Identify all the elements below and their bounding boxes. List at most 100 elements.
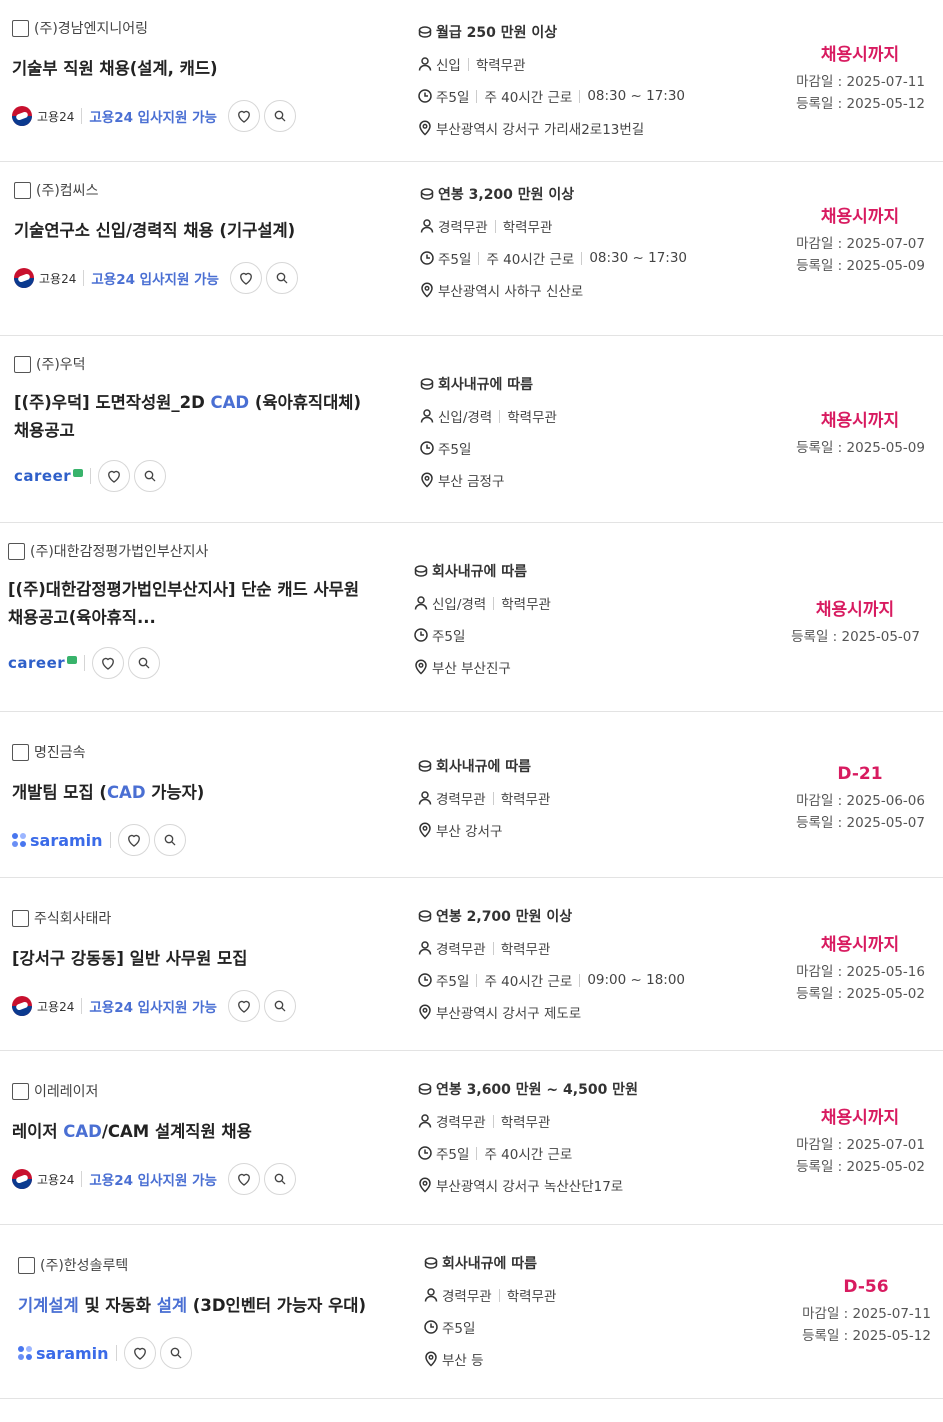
posted-date: 등록일 : 2025-05-07: [791, 629, 920, 645]
select-checkbox[interactable]: [12, 909, 29, 927]
company-name[interactable]: (주)경남엔지니어링: [34, 18, 148, 38]
work-days: 주5일: [436, 90, 470, 106]
heart-icon: [235, 1170, 253, 1188]
salary-icon: [417, 24, 433, 40]
company-name[interactable]: (주)컴씨스: [36, 180, 98, 200]
search-button[interactable]: [263, 1163, 296, 1195]
job-card[interactable]: (주)한성솔루텍 기계설계 및 자동화 설계 (3D인벤터 가능자 우대) sa…: [0, 1225, 943, 1399]
clock-icon: [419, 440, 435, 456]
education: 학력무관: [475, 58, 526, 74]
select-checkbox[interactable]: [12, 743, 29, 761]
favorite-button[interactable]: [229, 262, 262, 294]
favorite-button[interactable]: [92, 647, 125, 679]
select-checkbox[interactable]: [12, 19, 29, 37]
status-badge: 채용시까지: [820, 207, 900, 227]
work-time: 08:30 ~ 17:30: [587, 88, 686, 104]
select-checkbox[interactable]: [18, 1256, 35, 1274]
favorite-button[interactable]: [98, 460, 131, 492]
salary: 회사내규에 따름: [436, 759, 532, 775]
search-icon: [168, 1345, 184, 1361]
education: 학력무관: [500, 792, 551, 808]
job-dates: 채용시까지 등록일 : 2025-05-07: [770, 595, 920, 648]
job-card[interactable]: (주)경남엔지니어링 기술부 직원 채용(설계, 캐드) 고용24 고용24 입…: [0, 0, 943, 162]
job-title[interactable]: [강서구 강동동] 일반 사무원 모집: [12, 945, 382, 973]
job-info: 연봉 2,700 만원 이상 경력무관 학력무관 주5일 주 40시간 근로 09:0…: [417, 900, 787, 1028]
job-info: 회사내규에 따름 경력무관 학력무관 주5일 부산 등: [423, 1247, 793, 1375]
salary-icon: [417, 758, 433, 774]
status-badge: 채용시까지: [820, 45, 900, 65]
status-badge: 채용시까지: [820, 935, 900, 955]
job-title[interactable]: 기술연구소 신입/경력직 채용 (기구설계): [14, 217, 384, 245]
company-name[interactable]: 주식회사태라: [34, 908, 111, 928]
apply-support-link[interactable]: 고용24 입사지원 가능: [89, 106, 217, 126]
search-button[interactable]: [159, 1337, 192, 1369]
select-checkbox[interactable]: [14, 355, 31, 373]
job-main: 이레레이저 레이저 CAD/CAM 설계직원 채용 고용24 고용24 입사지원…: [12, 1068, 382, 1196]
job-card[interactable]: 명진금속 개발팀 모집 (CAD 가능자) saramin 회사내규에 따름 경…: [0, 712, 943, 878]
clock-icon: [413, 627, 429, 643]
heart-icon: [125, 831, 143, 849]
apply-support-link[interactable]: 고용24 입사지원 가능: [89, 996, 217, 1016]
job-title[interactable]: 기술부 직원 채용(설계, 캐드): [12, 55, 382, 83]
search-button[interactable]: [263, 990, 296, 1022]
education: 학력무관: [501, 597, 551, 613]
job-info: 월급 250 만원 이상 신입 학력무관 주5일 주 40시간 근로 08:30 ~ …: [417, 16, 787, 144]
location-pin-icon: [423, 1351, 439, 1367]
work-time: 09:00 ~ 18:00: [587, 972, 686, 988]
salary-icon: [413, 563, 429, 579]
job-info: 회사내규에 따름 신입/경력 학력무관 주5일 부산 금정구: [419, 368, 789, 496]
company-name[interactable]: 명진금속: [34, 742, 86, 762]
job-title[interactable]: 개발팀 모집 (CAD 가능자): [12, 779, 382, 807]
person-icon: [417, 56, 433, 72]
favorite-button[interactable]: [227, 100, 260, 132]
korea-gov-emblem-icon: [14, 268, 34, 288]
work-days: 주5일: [432, 629, 466, 645]
source-work24: 고용24 고용24 입사지원 가능: [12, 99, 228, 133]
heart-icon: [99, 654, 117, 672]
posted-date: 등록일 : 2025-05-12: [796, 96, 925, 112]
experience: 경력무관: [442, 1289, 492, 1305]
select-checkbox[interactable]: [14, 181, 31, 199]
job-title[interactable]: [(주)우덕] 도면작성원_2D CAD (육아휴직대체) 채용공고: [14, 389, 384, 445]
korea-gov-emblem-icon: [12, 996, 32, 1016]
source-career: career: [14, 459, 98, 493]
location-pin-icon: [417, 1177, 433, 1193]
company-name[interactable]: 이레레이저: [34, 1081, 98, 1101]
select-checkbox[interactable]: [12, 1082, 29, 1100]
korea-gov-emblem-icon: [12, 1169, 32, 1189]
job-title[interactable]: 기계설계 및 자동화 설계 (3D인벤터 가능자 우대): [18, 1292, 388, 1320]
salary: 월급 250 만원 이상: [436, 25, 558, 41]
apply-support-link[interactable]: 고용24 입사지원 가능: [89, 1169, 217, 1189]
job-card[interactable]: (주)우덕 [(주)우덕] 도면작성원_2D CAD (육아휴직대체) 채용공고 …: [0, 336, 943, 523]
search-button[interactable]: [153, 824, 186, 856]
search-button[interactable]: [134, 460, 167, 492]
apply-support-link[interactable]: 고용24 입사지원 가능: [91, 268, 219, 288]
source-work24: 고용24 고용24 입사지원 가능: [12, 989, 228, 1023]
search-button[interactable]: [265, 262, 298, 294]
career-logo: career: [14, 467, 84, 485]
search-button[interactable]: [128, 647, 161, 679]
job-info: 연봉 3,600 만원 ~ 4,500 만원 경력무관 학력무관 주5일 주 40시…: [417, 1073, 787, 1201]
location: 부산광역시 강서구 제도로: [436, 1006, 582, 1022]
company-name[interactable]: (주)우덕: [36, 354, 86, 374]
salary: 회사내규에 따름: [432, 564, 528, 580]
search-button[interactable]: [263, 100, 296, 132]
favorite-button[interactable]: [227, 990, 260, 1022]
job-card[interactable]: (주)컴씨스 기술연구소 신입/경력직 채용 (기구설계) 고용24 고용24 …: [0, 162, 943, 336]
favorite-button[interactable]: [117, 824, 150, 856]
job-card[interactable]: 주식회사태라 [강서구 강동동] 일반 사무원 모집 고용24 고용24 입사지…: [0, 878, 943, 1051]
job-title[interactable]: [(주)대한감정평가법인부산지사] 단순 캐드 사무원 채용공고(육아휴직...: [8, 576, 378, 632]
posted-date: 등록일 : 2025-05-02: [796, 986, 925, 1002]
job-card[interactable]: 이레레이저 레이저 CAD/CAM 설계직원 채용 고용24 고용24 입사지원…: [0, 1051, 943, 1225]
select-checkbox[interactable]: [8, 542, 25, 560]
job-card[interactable]: (주)대한감정평가법인부산지사 [(주)대한감정평가법인부산지사] 단순 캐드 …: [0, 523, 943, 712]
favorite-button[interactable]: [123, 1337, 156, 1369]
company-name[interactable]: (주)대한감정평가법인부산지사: [30, 541, 208, 561]
person-icon: [423, 1287, 439, 1303]
company-name[interactable]: (주)한성솔루텍: [40, 1255, 128, 1275]
status-badge: 채용시까지: [820, 1108, 900, 1128]
status-badge: 채용시까지: [815, 600, 895, 620]
work-days: 주5일: [438, 442, 472, 458]
favorite-button[interactable]: [227, 1163, 260, 1195]
job-title[interactable]: 레이저 CAD/CAM 설계직원 채용: [12, 1118, 382, 1146]
